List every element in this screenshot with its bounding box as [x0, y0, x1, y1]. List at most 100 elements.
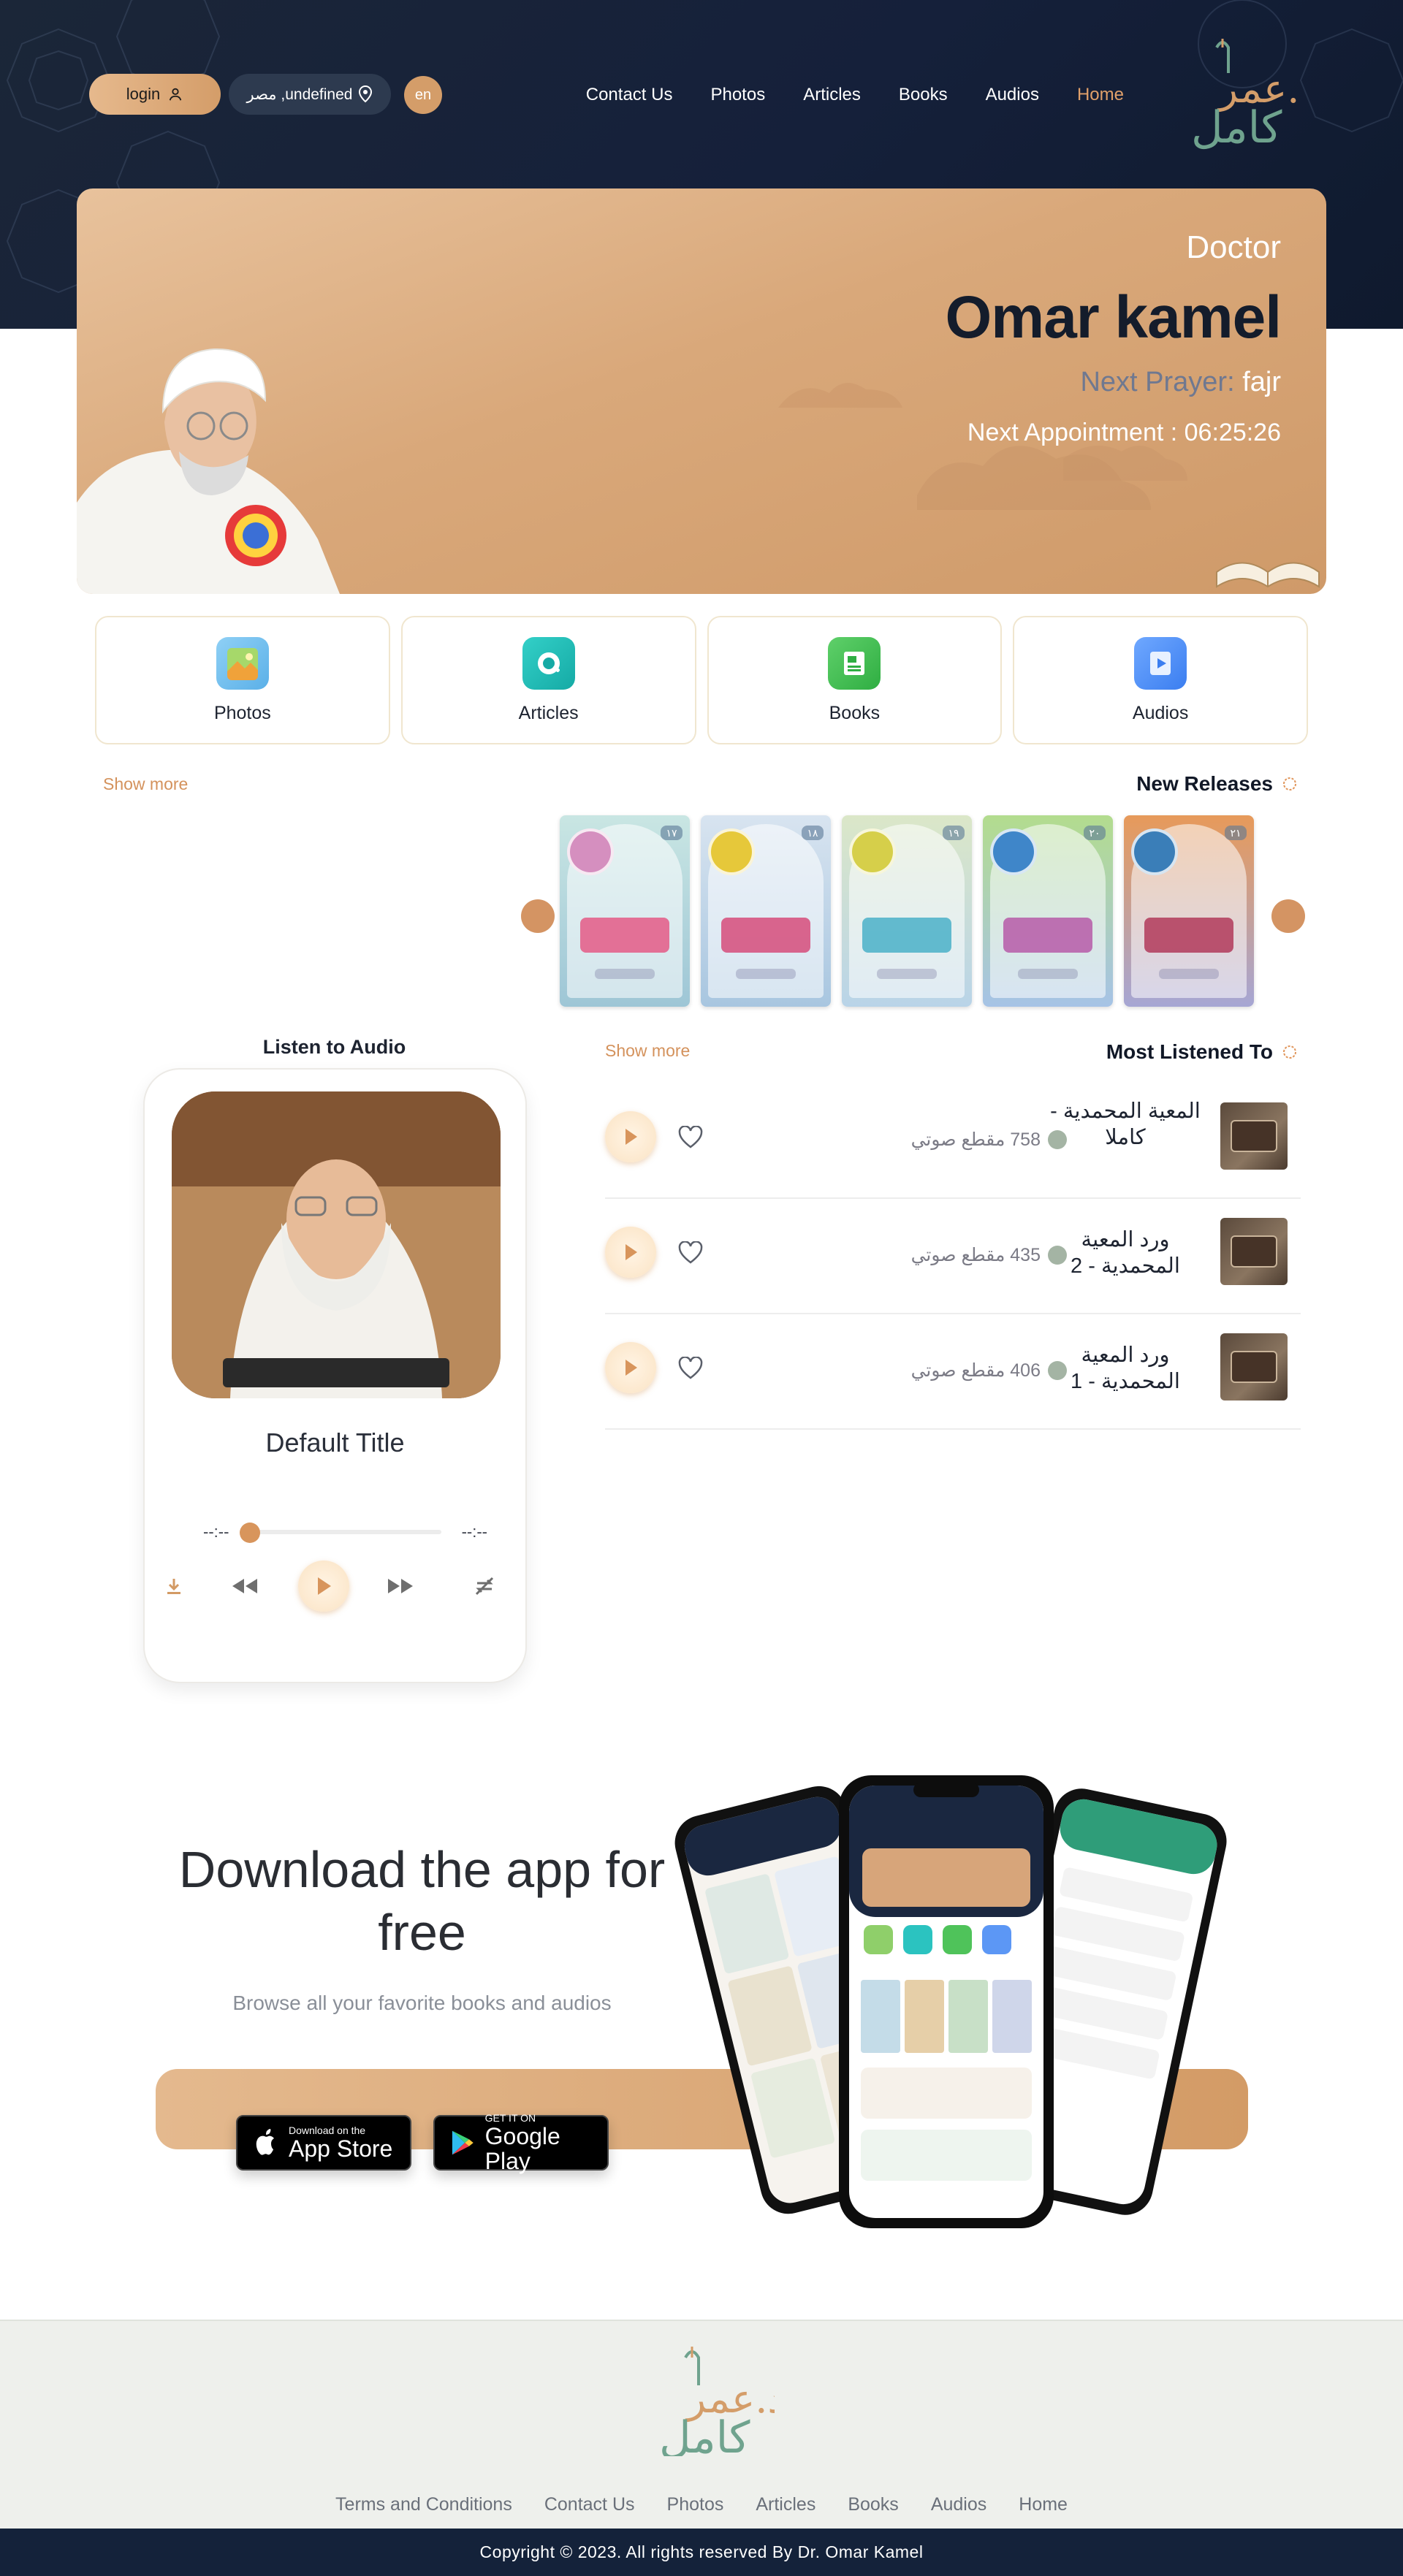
footer-links: Terms and Conditions Contact Us Photos A…	[0, 2494, 1403, 2515]
list-item[interactable]: 758 مقطع صوتي المعية المحمدية - كاملا	[605, 1083, 1301, 1199]
site-logo[interactable]: د.عمر كامل	[1176, 33, 1301, 150]
footer-link-articles[interactable]: Articles	[756, 2494, 815, 2515]
top-bar: login مصر ,undefined en Contact Us Photo…	[0, 0, 1403, 190]
series-thumbnail	[1220, 1102, 1288, 1170]
play-icon	[318, 1577, 331, 1595]
play-button[interactable]	[605, 1111, 656, 1162]
category-cards: Photos Articles Books Audios	[95, 616, 1308, 746]
audio-time-total: --:--	[461, 1523, 487, 1541]
login-button[interactable]: login	[89, 74, 221, 115]
footer-link-home[interactable]: Home	[1019, 2494, 1068, 2515]
category-label-audios: Audios	[1132, 702, 1189, 723]
book-number: ٢٠	[1084, 826, 1106, 840]
download-icon[interactable]	[159, 1561, 189, 1612]
next-prayer-value: fajr	[1242, 367, 1281, 397]
sun-icon	[1283, 1045, 1296, 1059]
apple-icon	[256, 2129, 274, 2155]
audio-count-text: 435 مقطع صوتي	[910, 1245, 1041, 1265]
copyright-bar: Copyright © 2023. All rights reserved By…	[0, 2529, 1403, 2576]
heart-icon[interactable]	[678, 1357, 703, 1380]
play-button[interactable]	[298, 1561, 349, 1612]
play-button[interactable]	[605, 1227, 656, 1278]
app-phones-mockup	[674, 1775, 1227, 2228]
audio-progress-knob[interactable]	[240, 1523, 260, 1543]
audio-count: 406 مقطع صوتي	[877, 1360, 1067, 1382]
repeat-off-icon[interactable]	[470, 1561, 499, 1612]
audio-cover-photo	[172, 1091, 501, 1398]
next-appointment: Next Appointment : 06:25:26	[967, 419, 1281, 446]
audio-progress-track[interactable]	[248, 1530, 441, 1534]
location-button[interactable]: مصر ,undefined	[229, 74, 391, 115]
download-title: Download the app for free	[178, 1841, 666, 1961]
nav-audios[interactable]: Audios	[986, 85, 1039, 105]
series-thumbnail	[1220, 1333, 1288, 1401]
play-icon	[626, 1129, 637, 1145]
google-play-small: GET IT ON	[484, 2112, 536, 2124]
book-number: ١٨	[802, 826, 824, 840]
audio-track-title: Default Title	[265, 1428, 405, 1457]
footer-link-books[interactable]: Books	[848, 2494, 898, 2515]
app-store-small: Download on the	[289, 2125, 366, 2136]
book-cover[interactable]: ١٩	[842, 815, 972, 1007]
list-item[interactable]: 435 مقطع صوتي ورد المعية المحمدية - 2	[605, 1199, 1301, 1314]
new-releases-show-more[interactable]: Show more	[103, 774, 188, 794]
audio-count: 435 مقطع صوتي	[877, 1244, 1067, 1266]
main-nav: Contact Us Photos Articles Books Audios …	[548, 85, 1124, 105]
category-card-books[interactable]: Books	[707, 616, 1003, 744]
book-cover[interactable]: ٢١	[1124, 815, 1254, 1007]
footer-link-terms[interactable]: Terms and Conditions	[335, 2494, 512, 2515]
audios-icon	[1134, 636, 1187, 690]
heart-icon[interactable]	[678, 1241, 703, 1265]
books-icon	[828, 636, 881, 690]
location-label: مصر ,undefined	[246, 85, 353, 103]
footer-link-audios[interactable]: Audios	[931, 2494, 986, 2515]
category-card-photos[interactable]: Photos	[95, 616, 390, 744]
category-label-photos: Photos	[213, 702, 271, 723]
location-pin-icon	[359, 85, 373, 103]
language-button[interactable]: en	[404, 76, 442, 114]
google-play-big: Google Play	[484, 2123, 560, 2174]
nav-books[interactable]: Books	[899, 85, 948, 105]
new-releases-heading: New Releases	[1136, 772, 1299, 796]
articles-icon	[522, 636, 575, 690]
nav-articles[interactable]: Articles	[803, 85, 861, 105]
list-item[interactable]: 406 مقطع صوتي ورد المعية المحمدية - 1	[605, 1314, 1301, 1430]
carousel-next-button[interactable]	[1271, 899, 1305, 933]
hero-title-small: Doctor	[1186, 229, 1281, 265]
book-cover[interactable]: ١٨	[701, 815, 831, 1007]
footer-link-photos[interactable]: Photos	[667, 2494, 724, 2515]
series-thumbnail	[1220, 1218, 1288, 1285]
carousel-prev-button[interactable]	[521, 899, 555, 933]
next-prayer: Next Prayer: fajr	[1080, 367, 1281, 398]
nav-photos[interactable]: Photos	[710, 85, 765, 105]
book-number: ١٧	[661, 826, 683, 840]
footer-link-contact-us[interactable]: Contact Us	[544, 2494, 635, 2515]
audio-count-text: 758 مقطع صوتي	[910, 1129, 1041, 1150]
category-card-audios[interactable]: Audios	[1013, 616, 1308, 744]
next-prayer-label: Next Prayer:	[1080, 367, 1235, 397]
category-label-books: Books	[829, 702, 881, 723]
google-play-button[interactable]: GET IT ON Google Play	[433, 2112, 609, 2174]
play-button[interactable]	[605, 1342, 656, 1393]
footer-logo[interactable]: د.عمر كامل	[643, 2339, 775, 2456]
sun-icon	[1283, 777, 1296, 790]
app-store-button[interactable]: Download on the App Store	[236, 2115, 411, 2171]
hero-title: Omar kamel	[945, 284, 1282, 351]
svg-text:كامل: كامل	[1191, 102, 1282, 150]
login-label: login	[126, 85, 161, 103]
new-releases-carousel: ١٧ ١٨ ١٩ ٢٠ ٢١	[560, 815, 1254, 1007]
nav-home[interactable]: Home	[1077, 85, 1124, 105]
google-play-icon	[452, 2130, 474, 2155]
book-cover[interactable]: ١٧	[560, 815, 690, 1007]
book-cover[interactable]: ٢٠	[983, 815, 1113, 1007]
most-listened-show-more[interactable]: Show more	[605, 1041, 690, 1061]
fast-forward-icon[interactable]	[382, 1561, 419, 1612]
play-icon	[626, 1360, 637, 1376]
heart-icon[interactable]	[678, 1126, 703, 1149]
photos-icon	[216, 636, 269, 690]
player-section-title: Listen to Audio	[262, 1036, 406, 1058]
rewind-icon[interactable]	[227, 1561, 263, 1612]
nav-contact-us[interactable]: Contact Us	[586, 85, 673, 105]
category-card-articles[interactable]: Articles	[400, 616, 696, 744]
svg-text:كامل: كامل	[659, 2412, 750, 2456]
